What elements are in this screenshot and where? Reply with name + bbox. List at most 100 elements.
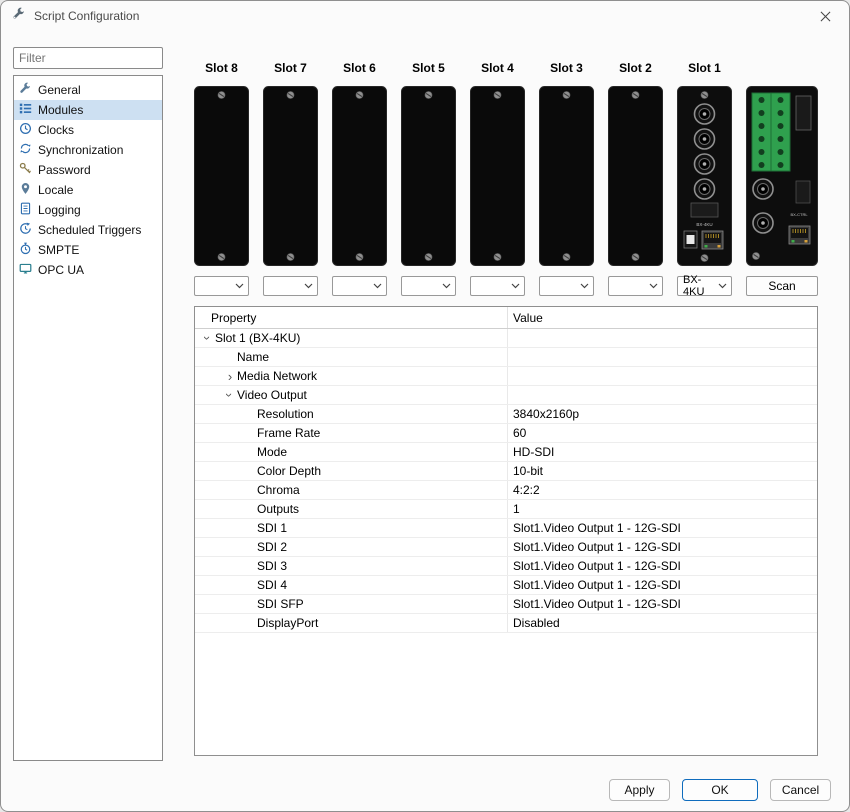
property-label: Name <box>237 350 269 364</box>
slot-7-module-select[interactable] <box>263 276 318 296</box>
value-label: 60 <box>513 426 526 440</box>
sidebar-item-label: Locale <box>38 183 73 197</box>
sidebar-item-locale[interactable]: Locale <box>14 180 162 200</box>
property-label: SDI 3 <box>257 559 287 573</box>
slot-2-module-select[interactable] <box>608 276 663 296</box>
value-label: Disabled <box>513 616 560 630</box>
window-title: Script Configuration <box>34 9 139 23</box>
log-document-icon <box>19 202 32 218</box>
sidebar-item-scheduled-triggers[interactable]: Scheduled Triggers <box>14 220 162 240</box>
chevron-down-icon <box>718 280 727 292</box>
table-header: Property Value <box>195 307 817 329</box>
controller-label-spacer <box>746 61 818 86</box>
expander-icon[interactable] <box>222 388 238 402</box>
property-label: Media Network <box>237 369 317 383</box>
slot-7-blank-card[interactable] <box>263 86 318 266</box>
slot-3-module-select[interactable] <box>539 276 594 296</box>
property-column-header: Property <box>195 311 507 325</box>
property-label: DisplayPort <box>257 616 318 630</box>
property-label: Resolution <box>257 407 314 421</box>
chevron-down-icon <box>304 280 313 292</box>
sidebar-item-logging[interactable]: Logging <box>14 200 162 220</box>
table-row[interactable]: SDI 2 Slot1.Video Output 1 - 12G-SDI <box>195 538 817 557</box>
slot-6-module-select[interactable] <box>332 276 387 296</box>
scan-button[interactable]: Scan <box>746 276 818 296</box>
sidebar-item-label: General <box>38 83 81 97</box>
scan-button-label: Scan <box>768 279 795 293</box>
sidebar-item-label: SMPTE <box>38 243 79 257</box>
table-row[interactable]: Outputs 1 <box>195 500 817 519</box>
sidebar-item-password[interactable]: Password <box>14 160 162 180</box>
slot-1-module-card[interactable]: BX-4KU <box>677 86 732 266</box>
sidebar-item-clocks[interactable]: Clocks <box>14 120 162 140</box>
sidebar-item-opc-ua[interactable]: OPC UA <box>14 260 162 280</box>
sidebar-item-synchronization[interactable]: Synchronization <box>14 140 162 160</box>
property-label: SDI SFP <box>257 597 304 611</box>
ok-button[interactable]: OK <box>682 779 758 801</box>
slot-8-label: Slot 8 <box>194 61 249 86</box>
property-label: Color Depth <box>257 464 321 478</box>
stopwatch-icon <box>19 242 32 258</box>
controller-card[interactable]: BX-CTRL <box>746 86 818 266</box>
expander-icon[interactable] <box>223 368 237 384</box>
table-row[interactable]: Video Output <box>195 386 817 405</box>
slot-5-module-select[interactable] <box>401 276 456 296</box>
table-row[interactable]: Frame Rate 60 <box>195 424 817 443</box>
ok-button-label: OK <box>711 783 728 797</box>
value-label: 3840x2160p <box>513 407 579 421</box>
property-label: SDI 2 <box>257 540 287 554</box>
property-label: Outputs <box>257 502 299 516</box>
filter-input[interactable] <box>13 47 163 69</box>
table-row[interactable]: SDI 1 Slot1.Video Output 1 - 12G-SDI <box>195 519 817 538</box>
slot-8-module-select[interactable] <box>194 276 249 296</box>
cancel-button[interactable]: Cancel <box>770 779 831 801</box>
close-icon[interactable] <box>809 5 841 28</box>
slot-2-blank-card[interactable] <box>608 86 663 266</box>
monitor-icon <box>19 262 32 278</box>
slot-3-blank-card[interactable] <box>539 86 594 266</box>
property-label: Slot 1 (BX-4KU) <box>215 331 300 345</box>
expander-icon[interactable] <box>200 331 216 345</box>
sidebar-item-label: Scheduled Triggers <box>38 223 141 237</box>
slot-4-blank-card[interactable] <box>470 86 525 266</box>
table-row[interactable]: SDI 3 Slot1.Video Output 1 - 12G-SDI <box>195 557 817 576</box>
wrench-icon <box>19 82 32 98</box>
slot1-card-label: BX-4KU <box>696 222 712 227</box>
table-row[interactable]: Chroma 4:2:2 <box>195 481 817 500</box>
sidebar-item-general[interactable]: General <box>14 80 162 100</box>
property-label: Frame Rate <box>257 426 320 440</box>
apply-button-label: Apply <box>624 783 654 797</box>
sidebar-item-label: Clocks <box>38 123 74 137</box>
apply-button[interactable]: Apply <box>609 779 670 801</box>
slot-6-blank-card[interactable] <box>332 86 387 266</box>
table-row[interactable]: Color Depth 10-bit <box>195 462 817 481</box>
combo-value: BX-4KU <box>683 274 718 298</box>
sidebar-item-label: Modules <box>38 103 83 117</box>
sidebar-item-modules[interactable]: Modules <box>14 100 162 120</box>
table-row[interactable]: SDI 4 Slot1.Video Output 1 - 12G-SDI <box>195 576 817 595</box>
slot-4-label: Slot 4 <box>470 61 525 86</box>
table-row[interactable]: Slot 1 (BX-4KU) <box>195 329 817 348</box>
slot-1-module-select[interactable]: BX-4KU <box>677 276 732 296</box>
table-row[interactable]: SDI SFP Slot1.Video Output 1 - 12G-SDI <box>195 595 817 614</box>
sidebar-item-smpte[interactable]: SMPTE <box>14 240 162 260</box>
clock-icon <box>19 122 32 138</box>
table-row[interactable]: Resolution 3840x2160p <box>195 405 817 424</box>
sidebar-item-label: OPC UA <box>38 263 84 277</box>
location-pin-icon <box>19 182 32 198</box>
slot-5-blank-card[interactable] <box>401 86 456 266</box>
slot-8-blank-card[interactable] <box>194 86 249 266</box>
cancel-button-label: Cancel <box>782 783 819 797</box>
value-label: Slot1.Video Output 1 - 12G-SDI <box>513 597 681 611</box>
chevron-down-icon <box>580 280 589 292</box>
table-row[interactable]: Name <box>195 348 817 367</box>
sidebar-item-label: Password <box>38 163 91 177</box>
chevron-down-icon <box>235 280 244 292</box>
script-configuration-dialog: Script Configuration General Modules Clo… <box>0 0 850 812</box>
table-row[interactable]: Media Network <box>195 367 817 386</box>
slot-4-module-select[interactable] <box>470 276 525 296</box>
value-label: 10-bit <box>513 464 543 478</box>
table-row[interactable]: DisplayPort Disabled <box>195 614 817 633</box>
table-row[interactable]: Mode HD-SDI <box>195 443 817 462</box>
value-label: Slot1.Video Output 1 - 12G-SDI <box>513 578 681 592</box>
